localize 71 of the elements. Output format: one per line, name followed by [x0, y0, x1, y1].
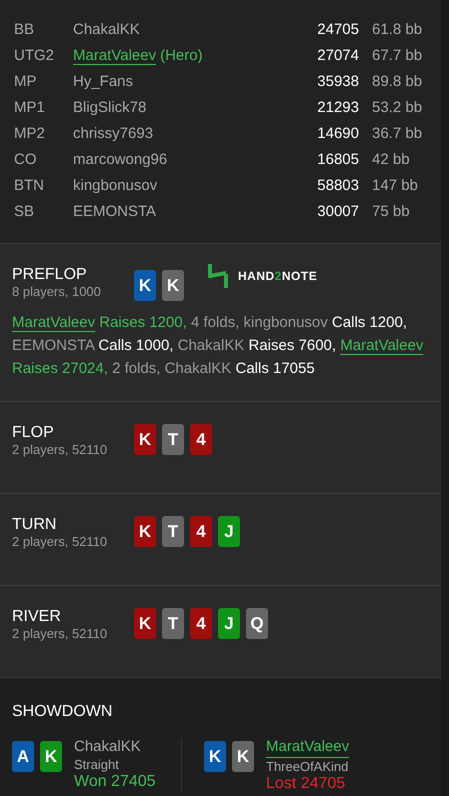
big-blinds: 67.7 bb	[371, 46, 424, 66]
playing-card: T	[162, 516, 184, 547]
playing-card: K	[40, 741, 62, 772]
position-label: MP1	[14, 98, 46, 118]
hand-rank: Straight	[74, 756, 120, 773]
stack-amount: 35938	[316, 72, 359, 92]
player-name: Hy_Fans	[73, 72, 134, 92]
result-text: Won 27405	[74, 773, 156, 791]
stack-amount: 27074	[316, 46, 359, 66]
street-title: RIVER	[12, 608, 62, 626]
street-info: 2 players, 52110	[12, 442, 108, 458]
stack-amount: 14690	[316, 124, 359, 144]
playing-card: 4	[190, 516, 212, 547]
position-label: UTG2	[14, 46, 56, 66]
hero-tag: (Hero)	[160, 44, 203, 68]
position-label: BB	[14, 20, 36, 40]
player-name: ChakalKK	[74, 738, 142, 756]
big-blinds: 75 bb	[371, 202, 411, 222]
big-blinds: 53.2 bb	[371, 98, 424, 118]
logo-text: HAND2NOTE	[238, 268, 318, 285]
position-label: BTN	[14, 176, 45, 196]
showdown-title: SHOWDOWN	[12, 702, 114, 722]
player-name: chrissy7693	[73, 124, 154, 144]
player-name: ChakalKK	[73, 20, 140, 40]
stack-amount: 16805	[316, 150, 359, 170]
playing-card: K	[134, 516, 156, 547]
big-blinds: 147 bb	[371, 176, 419, 196]
playing-card: T	[162, 424, 184, 455]
street-title: FLOP	[12, 424, 55, 442]
playing-card: 4	[190, 424, 212, 455]
player-link[interactable]: MaratValeev	[12, 314, 96, 331]
position-label: MP	[14, 72, 38, 92]
player-name: BligSlick78	[73, 98, 146, 118]
big-blinds: 61.8 bb	[371, 20, 424, 40]
position-label: SB	[14, 202, 36, 222]
stack-amount: 30007	[316, 202, 359, 222]
player-name: EEMONSTA	[73, 202, 156, 222]
position-label: MP2	[14, 124, 46, 144]
playing-card: K	[134, 270, 156, 301]
playing-card: J	[218, 516, 240, 547]
street-title: PREFLOP	[12, 266, 88, 284]
playing-card: T	[162, 608, 184, 639]
playing-card: 4	[190, 608, 212, 639]
playing-card: K	[162, 270, 184, 301]
stack-amount: 21293	[316, 98, 359, 118]
playing-card: K	[134, 608, 156, 639]
player-link[interactable]: MaratValeev	[73, 44, 156, 68]
result-text: Lost 24705	[266, 775, 346, 793]
big-blinds: 42 bb	[371, 150, 411, 170]
player-name: marcowong96	[73, 150, 168, 170]
big-blinds: 89.8 bb	[371, 72, 424, 92]
playing-card: K	[134, 424, 156, 455]
hand-rank: ThreeOfAKind	[266, 758, 350, 775]
playing-card: Q	[246, 608, 268, 639]
playing-card: A	[12, 741, 34, 772]
player-link[interactable]: MaratValeev	[266, 738, 350, 758]
playing-card: K	[232, 741, 254, 772]
action-text: MaratValeev Raises 1200, 4 folds, kingbonusov Calls 1200, EEMONSTA Calls 1000, ChakalKK Raises 7600, MaratValeev Raises 27024, 2 folds, ChakalKK Calls 17055	[12, 313, 424, 379]
player-link[interactable]: MaratValeev	[340, 337, 424, 354]
stack-amount: 58803	[316, 176, 359, 196]
street-info: 8 players, 1000	[12, 284, 102, 300]
position-label: CO	[14, 150, 38, 170]
playing-card: J	[218, 608, 240, 639]
big-blinds: 36.7 bb	[371, 124, 424, 144]
street-info: 2 players, 52110	[12, 534, 108, 550]
stack-amount: 24705	[316, 20, 359, 40]
street-info: 2 players, 52110	[12, 626, 108, 642]
playing-card: K	[204, 741, 226, 772]
street-title: TURN	[12, 516, 58, 534]
logo-icon	[208, 264, 228, 288]
player-name: kingbonusov	[73, 176, 158, 196]
